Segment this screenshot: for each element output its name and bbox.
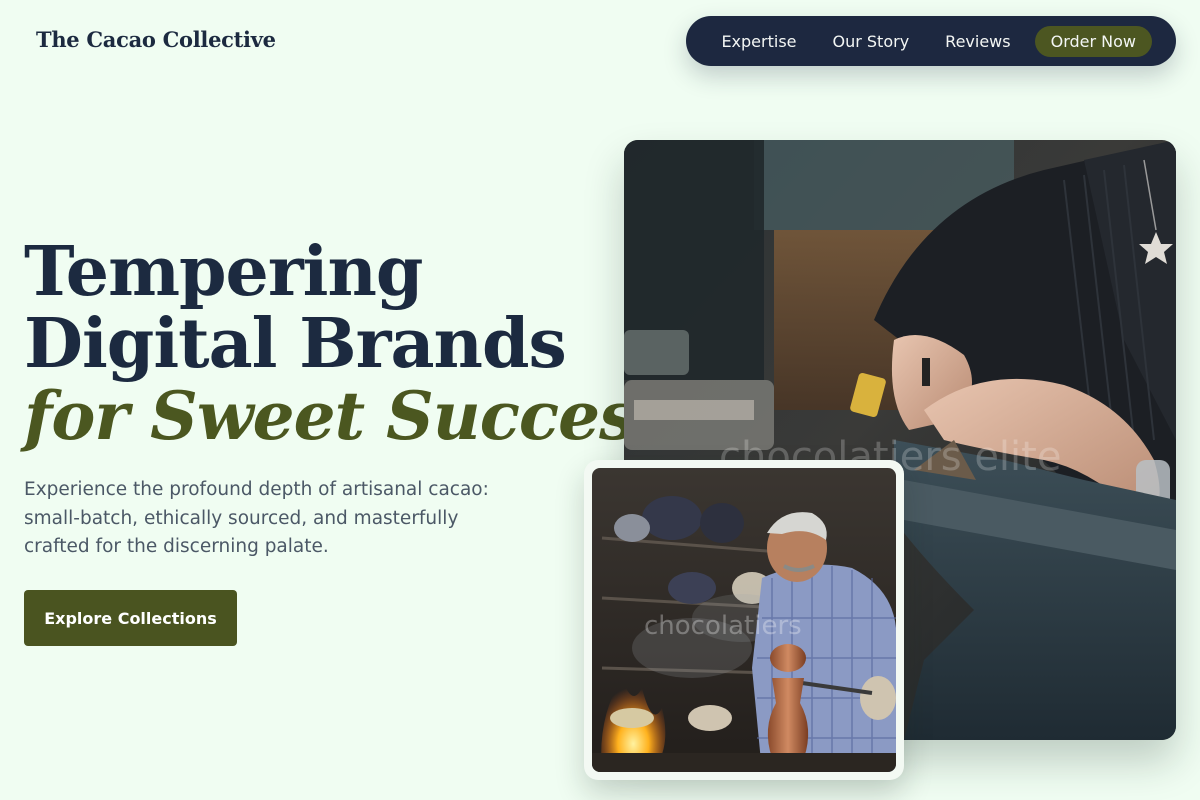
hero-secondary-photo-frame: chocolatiers (584, 460, 904, 780)
top-nav: Expertise Our Story Reviews Order Now (686, 16, 1176, 66)
hero-description: Experience the profound depth of artisan… (24, 479, 489, 557)
hero-title-line-1: Tempering (24, 232, 423, 312)
hero-title-line-2: Digital Brands (24, 304, 567, 384)
landing-page: The Cacao Collective Expertise Our Story… (0, 0, 1200, 800)
nav-item-our-story[interactable]: Our Story (819, 26, 924, 57)
brand-logo[interactable]: The Cacao Collective (36, 27, 276, 52)
order-now-button[interactable]: Order Now (1034, 25, 1152, 57)
explore-collections-button[interactable]: Explore Collections (24, 590, 237, 646)
hero-title-accent: for Sweet Success (24, 377, 672, 455)
hero-title: Tempering Digital Brands for Sweet Succe… (24, 232, 672, 455)
nav-item-reviews[interactable]: Reviews (931, 26, 1024, 57)
hero-secondary-photo: chocolatiers (592, 468, 896, 772)
nav-item-expertise[interactable]: Expertise (707, 26, 810, 57)
secondary-photo-watermark: chocolatiers (644, 611, 802, 641)
